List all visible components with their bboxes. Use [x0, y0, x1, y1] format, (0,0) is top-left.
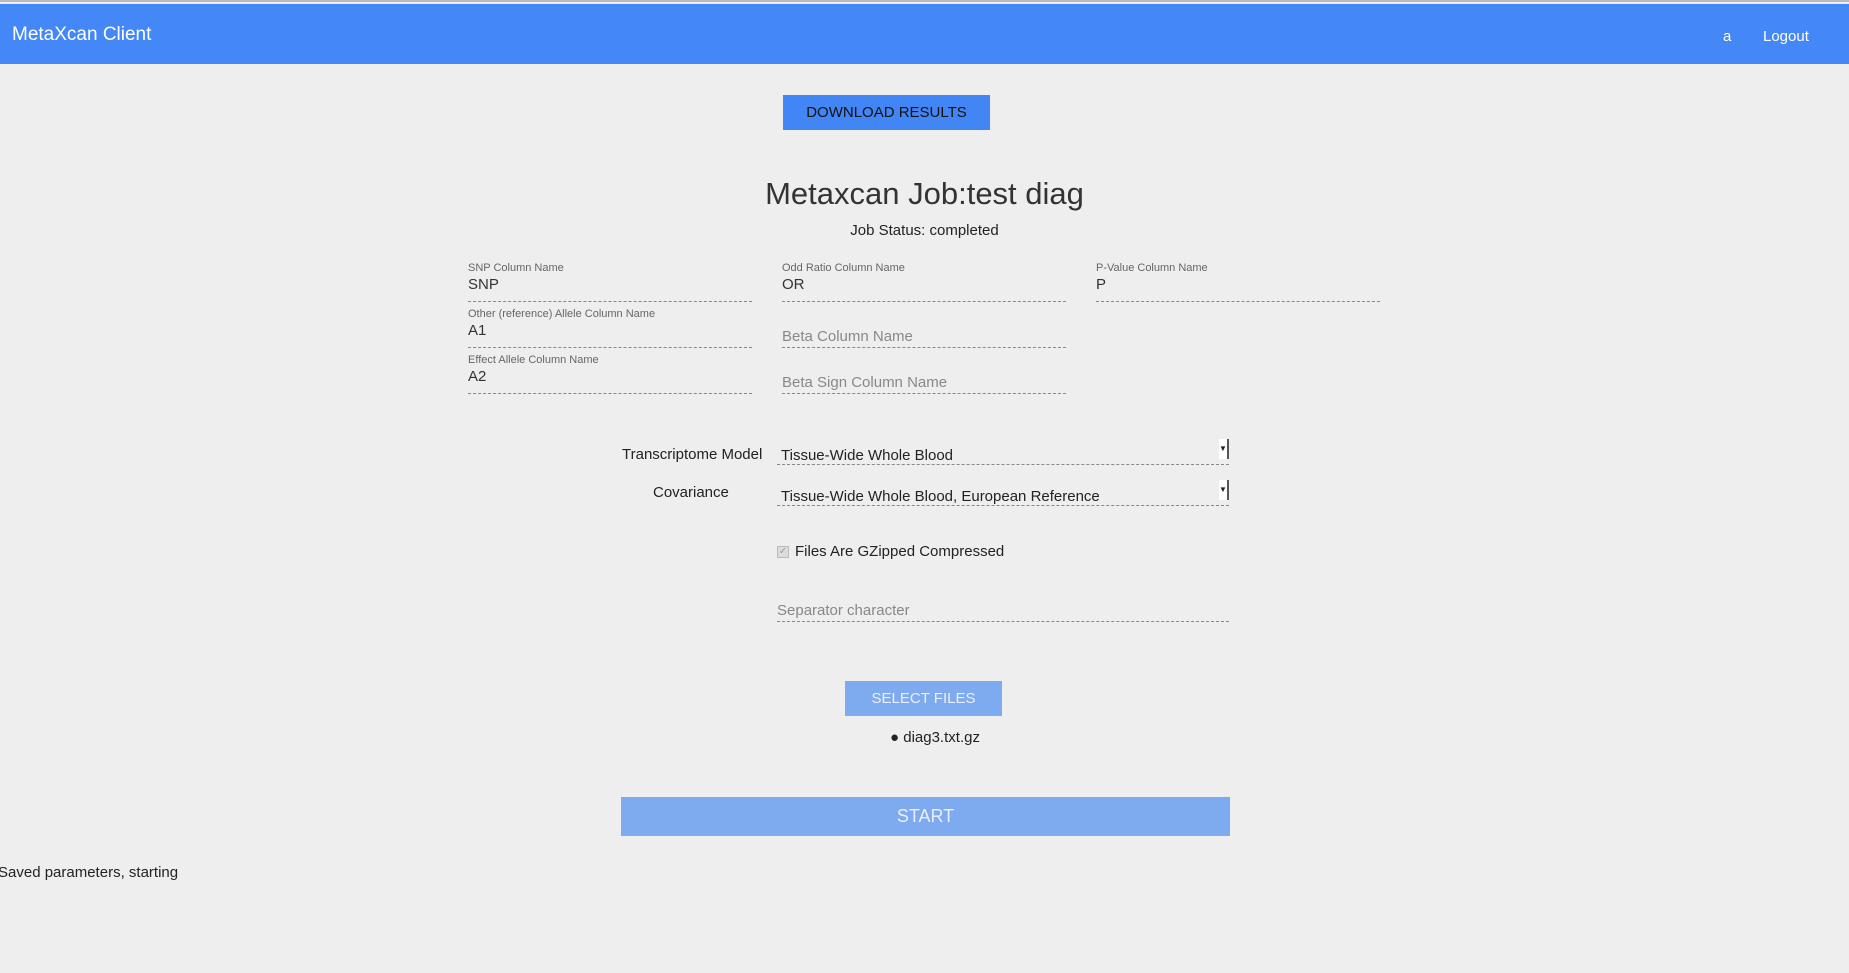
field-value: OR	[782, 276, 805, 293]
covariance-label: Covariance	[653, 484, 729, 501]
app-title[interactable]: MetaXcan Client	[12, 24, 151, 46]
file-name: diag3.txt.gz	[903, 729, 980, 746]
field-label: P-Value Column Name	[1096, 262, 1208, 274]
logout-link[interactable]: Logout	[1763, 28, 1809, 45]
field-placeholder: Separator character	[777, 602, 910, 619]
field-placeholder: Beta Sign Column Name	[782, 374, 948, 391]
beta-sign-column-field[interactable]: Beta Sign Column Name	[782, 354, 1066, 394]
start-button[interactable]: START	[621, 797, 1230, 836]
select-files-button[interactable]: SELECT FILES	[845, 681, 1002, 716]
page-title: Metaxcan Job:test diag	[765, 176, 1084, 211]
transcriptome-label: Transcriptome Model	[622, 446, 763, 463]
field-label: Effect Allele Column Name	[468, 354, 599, 366]
beta-column-field[interactable]: Beta Column Name	[782, 308, 1066, 348]
field-value: SNP	[468, 276, 499, 293]
pvalue-column-field[interactable]: P-Value Column Name P	[1096, 262, 1380, 302]
gzip-label: Files Are GZipped Compressed	[795, 543, 1005, 560]
separator-input[interactable]: Separator character	[777, 598, 1229, 622]
field-label: Other (reference) Allele Column Name	[468, 308, 656, 320]
transcriptome-select[interactable]: Tissue-Wide Whole Blood ▼	[777, 435, 1229, 465]
field-placeholder: Beta Column Name	[782, 328, 913, 345]
gzip-checkbox[interactable]: ✓	[777, 545, 789, 558]
field-label: Odd Ratio Column Name	[782, 262, 905, 274]
chevron-down-icon[interactable]: ▼	[1219, 480, 1229, 500]
covariance-select[interactable]: Tissue-Wide Whole Blood, European Refere…	[777, 476, 1229, 506]
field-value: A2	[468, 368, 487, 385]
field-value: A1	[468, 322, 487, 339]
user-link[interactable]: a	[1723, 28, 1731, 45]
navbar: MetaXcan Client a Logout	[0, 4, 1849, 64]
field-value: P	[1096, 276, 1107, 293]
status-message: Saved parameters, starting	[0, 864, 179, 881]
other-allele-column-field[interactable]: Other (reference) Allele Column Name A1	[468, 308, 752, 348]
file-list-item: ● diag3.txt.gz	[890, 729, 980, 746]
selected-value: Tissue-Wide Whole Blood	[781, 447, 954, 464]
gzip-checkbox-row[interactable]: ✓ Files Are GZipped Compressed	[777, 543, 1004, 560]
selected-value: Tissue-Wide Whole Blood, European Refere…	[781, 488, 1100, 505]
chevron-down-icon[interactable]: ▼	[1219, 439, 1229, 459]
download-results-button[interactable]: DOWNLOAD RESULTS	[783, 95, 990, 130]
snp-column-field[interactable]: SNP Column Name SNP	[468, 262, 752, 302]
effect-allele-column-field[interactable]: Effect Allele Column Name A2	[468, 354, 752, 394]
job-status: Job Status: completed	[850, 222, 999, 239]
odds-ratio-column-field[interactable]: Odd Ratio Column Name OR	[782, 262, 1066, 302]
field-label: SNP Column Name	[468, 262, 564, 274]
